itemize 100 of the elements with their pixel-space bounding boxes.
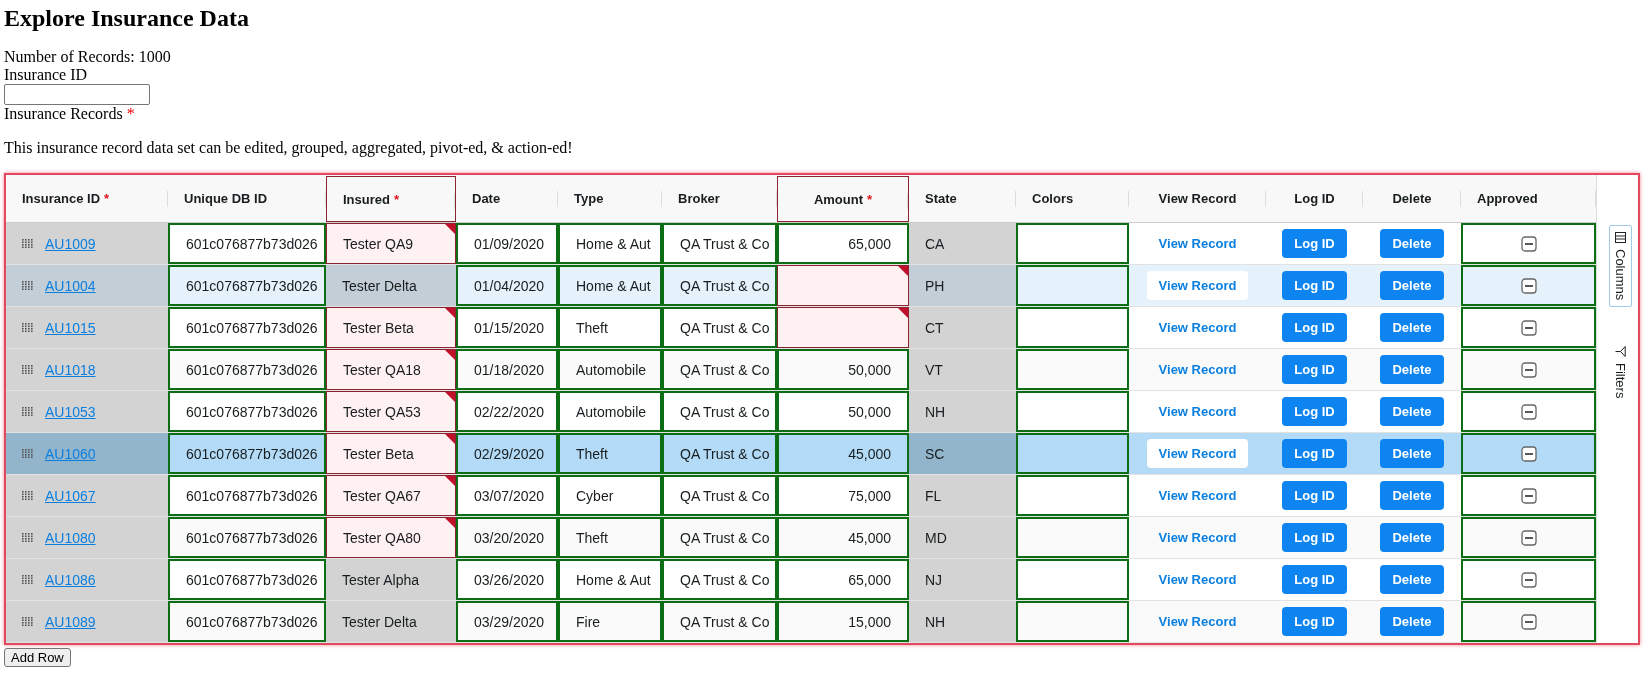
checkbox[interactable] <box>1520 319 1537 336</box>
view-record-button[interactable]: View Record <box>1146 565 1249 594</box>
drag-handle-icon[interactable] <box>22 617 33 626</box>
input-field[interactable] <box>4 84 150 105</box>
drag-handle-icon[interactable] <box>22 407 33 416</box>
checkbox[interactable] <box>1520 613 1537 630</box>
column-header[interactable]: Delete <box>1363 175 1461 222</box>
column-header[interactable]: Broker <box>662 175 777 222</box>
delete-button[interactable]: Delete <box>1380 271 1444 300</box>
drag-handle-icon[interactable] <box>22 281 33 290</box>
record-link[interactable]: AU1004 <box>45 277 96 294</box>
table-cell: 50,000 <box>777 349 909 390</box>
column-header[interactable]: Amount * <box>777 176 909 222</box>
view-record-button[interactable]: View Record <box>1146 439 1249 468</box>
table-cell: 601c076877b73d026 <box>168 265 326 306</box>
table-cell: Tester Delta <box>326 601 456 642</box>
log-id-button[interactable]: Log ID <box>1282 355 1347 384</box>
view-record-button[interactable]: View Record <box>1146 355 1249 384</box>
view-record-button[interactable]: View Record <box>1146 481 1249 510</box>
side-tab[interactable]: Columns <box>1609 225 1632 308</box>
table-cell: CA <box>909 223 1016 264</box>
side-tab[interactable]: Filters <box>1609 339 1632 406</box>
checkbox[interactable] <box>1520 235 1537 252</box>
table-row[interactable]: AU1060 601c076877b73d026 Tester Beta 02/29/2020 Theft QA Trust & Co 45,000 SC View Record Log ID Delete <box>6 433 1596 475</box>
column-header[interactable]: Type <box>558 175 662 222</box>
table-row[interactable]: AU1004 601c076877b73d026 Tester Delta 01/04/2020 Home & Aut QA Trust & Co PH View Record Log ID Delete <box>6 265 1596 307</box>
table-row[interactable]: AU1009 601c076877b73d026 Tester QA9 01/09/2020 Home & Aut QA Trust & Co 65,000 CA View Record Log ID Delete <box>6 223 1596 265</box>
log-id-button[interactable]: Log ID <box>1282 397 1347 426</box>
checkbox[interactable] <box>1520 445 1537 462</box>
record-link[interactable]: AU1080 <box>45 529 96 546</box>
drag-handle-icon[interactable] <box>22 449 33 458</box>
table-cell: Tester QA53 <box>326 391 456 432</box>
log-id-button[interactable]: Log ID <box>1282 565 1347 594</box>
view-record-button[interactable]: View Record <box>1146 607 1249 636</box>
drag-handle-icon[interactable] <box>22 365 33 374</box>
record-link[interactable]: AU1009 <box>45 235 96 252</box>
table-row[interactable]: AU1053 601c076877b73d026 Tester QA53 02/22/2020 Automobile QA Trust & Co 50,000 NH View Record Log ID Delete <box>6 391 1596 433</box>
add-row-button[interactable]: Add Row <box>4 648 71 667</box>
column-header[interactable]: Log ID <box>1266 175 1363 222</box>
delete-button[interactable]: Delete <box>1380 355 1444 384</box>
drag-handle-icon[interactable] <box>22 239 33 248</box>
checkbox[interactable] <box>1520 277 1537 294</box>
record-link[interactable]: AU1015 <box>45 319 96 336</box>
table-cell: 01/04/2020 <box>456 265 558 306</box>
checkbox[interactable] <box>1520 487 1537 504</box>
column-header[interactable]: Unique DB ID <box>168 175 326 222</box>
table-row[interactable]: AU1067 601c076877b73d026 Tester QA67 03/07/2020 Cyber QA Trust & Co 75,000 FL View Record Log ID Delete <box>6 475 1596 517</box>
table-row[interactable]: AU1015 601c076877b73d026 Tester Beta 01/15/2020 Theft QA Trust & Co CT View Record Log ID Delete <box>6 307 1596 349</box>
log-id-button[interactable]: Log ID <box>1282 271 1347 300</box>
delete-button[interactable]: Delete <box>1380 439 1444 468</box>
delete-button[interactable]: Delete <box>1380 229 1444 258</box>
column-header[interactable]: View Record <box>1129 175 1266 222</box>
drag-handle-icon[interactable] <box>22 323 33 332</box>
column-header[interactable]: Insurance ID * <box>6 175 168 222</box>
view-record-button[interactable]: View Record <box>1146 271 1249 300</box>
table-row[interactable]: AU1089 601c076877b73d026 Tester Delta 03/29/2020 Fire QA Trust & Co 15,000 NH View Record Log ID Delete <box>6 601 1596 643</box>
view-record-button[interactable]: View Record <box>1146 229 1249 258</box>
table-cell: 45,000 <box>777 433 909 474</box>
view-record-button[interactable]: View Record <box>1146 523 1249 552</box>
drag-handle-icon[interactable] <box>22 491 33 500</box>
checkbox[interactable] <box>1520 529 1537 546</box>
delete-button[interactable]: Delete <box>1380 313 1444 342</box>
log-id-button[interactable]: Log ID <box>1282 439 1347 468</box>
view-record-button[interactable]: View Record <box>1146 313 1249 342</box>
log-id-button[interactable]: Log ID <box>1282 481 1347 510</box>
delete-button[interactable]: Delete <box>1380 523 1444 552</box>
log-id-button[interactable]: Log ID <box>1282 229 1347 258</box>
delete-button[interactable]: Delete <box>1380 397 1444 426</box>
view-record-button[interactable]: View Record <box>1146 397 1249 426</box>
drag-handle-icon[interactable] <box>22 575 33 584</box>
table-row[interactable]: AU1018 601c076877b73d026 Tester QA18 01/18/2020 Automobile QA Trust & Co 50,000 VT View Record Log ID Delete <box>6 349 1596 391</box>
record-link[interactable]: AU1067 <box>45 487 96 504</box>
table-cell: Tester Beta <box>326 307 456 348</box>
column-header[interactable]: State <box>909 175 1016 222</box>
column-header[interactable]: Approved <box>1461 175 1596 222</box>
table-cell: 02/22/2020 <box>456 391 558 432</box>
delete-button[interactable]: Delete <box>1380 565 1444 594</box>
table-cell: Home & Aut <box>558 559 662 600</box>
record-link[interactable]: AU1089 <box>45 613 96 630</box>
table-row[interactable]: AU1086 601c076877b73d026 Tester Alpha 03/26/2020 Home & Aut QA Trust & Co 65,000 NJ View Record Log ID Delete <box>6 559 1596 601</box>
table-cell: Automobile <box>558 349 662 390</box>
log-id-button[interactable]: Log ID <box>1282 313 1347 342</box>
log-id-button[interactable]: Log ID <box>1282 607 1347 636</box>
record-link[interactable]: AU1053 <box>45 403 96 420</box>
column-header[interactable]: Insured * <box>326 176 456 222</box>
table-cell: SC <box>909 433 1016 474</box>
checkbox[interactable] <box>1520 571 1537 588</box>
record-link[interactable]: AU1086 <box>45 571 96 588</box>
drag-handle-icon[interactable] <box>22 533 33 542</box>
table-row[interactable]: AU1080 601c076877b73d026 Tester QA80 03/20/2020 Theft QA Trust & Co 45,000 MD View Record Log ID Delete <box>6 517 1596 559</box>
record-link[interactable]: AU1018 <box>45 361 96 378</box>
table-cell: Theft <box>558 517 662 558</box>
column-header[interactable]: Colors <box>1016 175 1129 222</box>
delete-button[interactable]: Delete <box>1380 607 1444 636</box>
log-id-button[interactable]: Log ID <box>1282 523 1347 552</box>
table-cell: 02/29/2020 <box>456 433 558 474</box>
delete-button[interactable]: Delete <box>1380 481 1444 510</box>
column-header[interactable]: Date <box>456 175 558 222</box>
checkbox[interactable] <box>1520 361 1537 378</box>
checkbox[interactable] <box>1520 403 1537 420</box>
